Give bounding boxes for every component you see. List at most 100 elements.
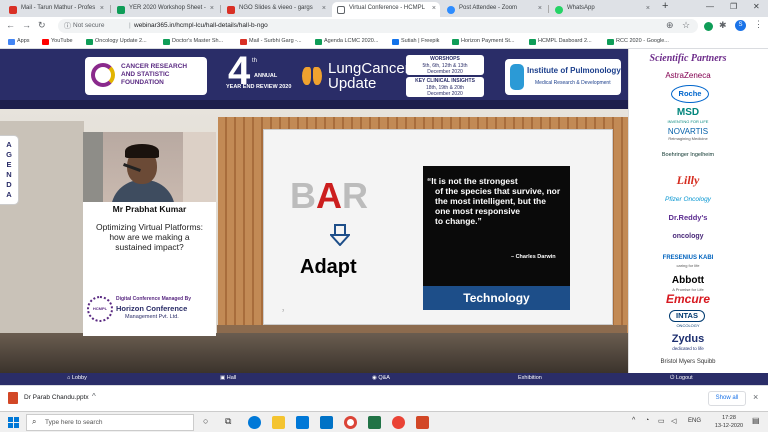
notifications-icon[interactable]: ▤: [752, 416, 760, 425]
dr-reddys-logo[interactable]: Dr.Reddy's: [629, 213, 747, 222]
info-icon[interactable]: ⓘ: [64, 21, 71, 31]
pulmonology-name: Institute of Pulmonology: [527, 66, 621, 75]
nav-lobby[interactable]: ⌂ Lobby: [67, 375, 87, 381]
pfizer-logo[interactable]: Pfizer Oncology: [629, 196, 747, 203]
speaker-video[interactable]: [83, 132, 216, 202]
adapt-text: Adapt: [300, 256, 357, 278]
lilly-logo[interactable]: Lilly: [629, 173, 747, 188]
tab-zoom[interactable]: Post Attendee - Zoom ×: [442, 2, 546, 17]
bookmark-star-icon[interactable]: ☆: [682, 20, 690, 31]
language-indicator[interactable]: ENG: [688, 418, 701, 424]
edge-icon[interactable]: [248, 416, 261, 429]
bookmark-doctors-master[interactable]: Doctor's Master Sh...: [163, 38, 223, 45]
chevron-up-icon[interactable]: ^: [92, 392, 96, 401]
profile-avatar[interactable]: S: [735, 20, 746, 31]
download-filename[interactable]: Dr Parab Chandu.pptx: [24, 394, 89, 401]
boehringer-logo[interactable]: Boehringer Ingelheim: [629, 152, 747, 158]
bookmark-label: Sutiah | Freepik: [401, 38, 440, 44]
zoom-icon[interactable]: ⊕: [666, 20, 674, 31]
mail-icon[interactable]: [320, 416, 333, 429]
quote-text: “It is not the strongest of the species …: [427, 176, 569, 226]
close-tab-icon[interactable]: ×: [322, 5, 326, 12]
fresenius-logo[interactable]: FRESENIUS KABI: [629, 255, 747, 261]
annual-label: ANNUAL: [254, 73, 278, 79]
show-all-button[interactable]: Show all: [708, 391, 746, 406]
extension-icon[interactable]: [704, 22, 713, 31]
cortana-icon[interactable]: ○: [203, 416, 208, 426]
bookmark-label: HCMPL Dasboard 2...: [538, 38, 592, 44]
powerpoint-icon[interactable]: [416, 416, 429, 429]
bookmark-freepik[interactable]: Sutiah | Freepik: [392, 38, 440, 45]
bookmark-hcmpl-dashboard[interactable]: HCMPL Dasboard 2...: [529, 38, 592, 45]
bookmark-oncology-update[interactable]: Oncology Update 2...: [86, 38, 147, 45]
puzzle-extensions-icon[interactable]: ✱: [719, 20, 727, 31]
close-tab-icon[interactable]: ×: [100, 5, 104, 12]
agenda-button[interactable]: AGENDA: [0, 135, 19, 205]
emcure-logo[interactable]: Emcure: [629, 292, 747, 306]
network-icon[interactable]: ◔: [645, 417, 649, 424]
bookmark-youtube[interactable]: YouTube: [42, 38, 73, 45]
nav-lobby-label: Lobby: [71, 375, 87, 381]
close-tab-icon[interactable]: ×: [210, 5, 214, 12]
chrome-icon[interactable]: [344, 416, 357, 429]
youtube-icon: [42, 39, 49, 45]
back-icon[interactable]: ←: [6, 20, 15, 30]
minimize-icon[interactable]: —: [706, 2, 714, 11]
bms-logo[interactable]: Bristol Myers Squibb: [629, 359, 747, 365]
gmail-icon: [9, 6, 17, 14]
tab-whatsapp[interactable]: WhatsApp ×: [550, 2, 654, 17]
bookmark-agenda-lcmc[interactable]: Agenda LCMC 2020...: [315, 38, 378, 45]
pptx-file-icon: [8, 392, 18, 404]
task-view-icon[interactable]: ⧉: [225, 416, 231, 427]
bookmark-horizon-payment[interactable]: Horizon Payment St...: [452, 38, 515, 45]
reload-icon[interactable]: ↻: [38, 20, 46, 31]
close-tab-icon[interactable]: ×: [432, 5, 436, 12]
bookmark-rcc-2020[interactable]: RCC 2020 - Google...: [607, 38, 669, 45]
sheets-icon: [86, 39, 93, 45]
abbott-logo[interactable]: Abbott: [629, 275, 747, 286]
address-bar[interactable]: ⓘ Not secure | webinar365.in/hcmpl-lcu/h…: [58, 19, 698, 33]
oncology-logo[interactable]: oncology: [629, 233, 747, 240]
close-tab-icon[interactable]: ×: [538, 5, 542, 12]
nav-logout[interactable]: ⏻ Logout: [670, 375, 693, 382]
close-tab-icon[interactable]: ×: [646, 5, 650, 12]
close-window-icon[interactable]: ✕: [753, 2, 760, 11]
bookmark-label: Mail - Surbhi Garg -...: [249, 38, 302, 44]
scientific-partners-panel: Scientific Partners AstraZeneca Roche MS…: [628, 49, 768, 373]
nav-exhibition[interactable]: Exhibition: [518, 375, 542, 381]
store-icon[interactable]: [296, 416, 309, 429]
nav-hall[interactable]: ▣ Hall: [220, 375, 236, 381]
windows-start-icon[interactable]: [8, 417, 19, 428]
battery-icon[interactable]: ▭: [658, 417, 665, 425]
url-text[interactable]: webinar365.in/hcmpl-lcu/hall-details/hal…: [134, 22, 268, 29]
speaker-hair: [125, 144, 159, 158]
new-tab-button[interactable]: +: [662, 0, 668, 12]
volume-icon[interactable]: ◁: [671, 417, 676, 425]
roche-logo[interactable]: Roche: [671, 85, 709, 103]
nav-qa[interactable]: ◉ Q&A: [372, 375, 390, 381]
tab-virtual-conference[interactable]: Virtual Conference - HCMPL ×: [332, 2, 440, 17]
msd-logo[interactable]: MSD: [629, 107, 747, 118]
insights-box: KEY CLINICAL INSIGHTS 18th, 19th & 20th …: [406, 77, 484, 97]
zydus-logo[interactable]: Zydus: [629, 333, 747, 345]
astrazeneca-logo[interactable]: AstraZeneca: [629, 71, 747, 80]
tab-mail-tarun[interactable]: Mail - Tarun Mathur - Profes ×: [4, 2, 108, 17]
close-shelf-icon[interactable]: ×: [753, 392, 758, 402]
bookmark-apps[interactable]: Apps: [8, 38, 30, 45]
excel-icon[interactable]: [368, 416, 381, 429]
forward-icon[interactable]: →: [22, 20, 31, 30]
event-title-line2: Update: [328, 75, 377, 92]
maximize-icon[interactable]: ❐: [730, 2, 737, 11]
zoom-icon: [447, 6, 455, 14]
file-explorer-icon[interactable]: [272, 416, 285, 429]
menu-kebab-icon[interactable]: ⋮: [754, 19, 763, 30]
tray-chevron-icon[interactable]: ^: [632, 417, 635, 424]
record-icon[interactable]: [392, 416, 405, 429]
bookmark-mail-surbhi[interactable]: Mail - Surbhi Garg -...: [240, 38, 302, 45]
tab-yer-workshop[interactable]: YER 2020 Workshop Sheet - ×: [112, 2, 218, 17]
clock[interactable]: 17:28 13-12-2020: [712, 414, 746, 430]
taskbar-search-box[interactable]: ⌕ Type here to search: [26, 414, 194, 431]
tab-ngo-slides[interactable]: NGO Slides & vieeo - gargs ×: [222, 2, 330, 17]
intas-logo[interactable]: INTAS: [669, 310, 705, 322]
novartis-logo[interactable]: NOVARTIS: [629, 127, 747, 136]
